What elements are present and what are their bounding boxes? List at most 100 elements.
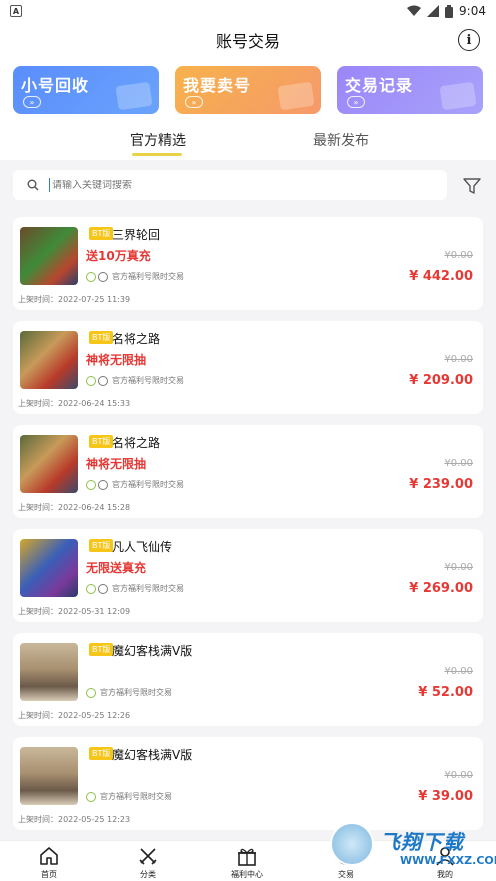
bt-badge: BT版 [89, 435, 114, 448]
wallet-icon [115, 81, 153, 111]
account-list: BT版 三界轮回 送10万真充 官方福利号限时交易 ¥0.00 ¥ 442.00… [13, 217, 483, 841]
status-bar: A 9:04 [0, 0, 496, 22]
game-thumbnail [20, 331, 78, 389]
listed-time: 上架时间：2022-05-25 12:26 [18, 711, 131, 720]
money-icon [277, 81, 315, 111]
listed-time: 上架时间：2022-06-24 15:33 [18, 399, 131, 408]
battery-icon [445, 4, 454, 18]
android-icon [86, 479, 96, 490]
listed-time: 上架时间：2022-05-25 12:23 [18, 815, 131, 824]
info-icon[interactable]: i [458, 29, 480, 51]
top-area: 小号回收 » 我要卖号 » 交易记录 » 官方精选 最新发布 [0, 58, 496, 160]
watermark-url: WWW.FXXZ.COM [400, 854, 496, 867]
android-icon [86, 583, 96, 594]
price: ¥ 209.00 [409, 373, 473, 388]
listed-time: 上架时间：2022-07-25 11:39 [18, 295, 131, 304]
recycle-account-button[interactable]: 小号回收 » [13, 66, 159, 114]
game-name: 名将之路 [112, 332, 161, 346]
arrow-right-icon: » [185, 96, 203, 108]
swords-icon [139, 848, 157, 865]
bt-badge: BT版 [89, 643, 114, 656]
item-tag: 官方福利号限时交易 [112, 584, 184, 593]
app-header: 账号交易 i [0, 22, 496, 58]
home-icon [40, 847, 58, 865]
item-tag: 官方福利号限时交易 [112, 376, 184, 385]
search-bar[interactable] [13, 170, 447, 200]
arrow-right-icon: » [347, 96, 365, 108]
app-notification-icon: A [10, 5, 22, 17]
trade-record-label: 交易记录 [345, 76, 414, 95]
price: ¥ 269.00 [409, 581, 473, 596]
sell-account-button[interactable]: 我要卖号 » [175, 66, 321, 114]
game-name: 凡人飞仙传 [112, 540, 173, 554]
apple-icon [98, 583, 108, 594]
search-input[interactable] [52, 179, 432, 191]
original-price: ¥0.00 [444, 458, 473, 469]
bt-badge: BT版 [89, 747, 114, 760]
status-time: 9:04 [459, 4, 486, 18]
game-name: 三界轮回 [112, 228, 161, 242]
list-item[interactable]: BT版 名将之路 神将无限抽 官方福利号限时交易 ¥0.00 ¥ 239.00 … [13, 425, 483, 518]
arrow-right-icon: » [23, 96, 41, 108]
platform-tags: 官方福利号限时交易 [86, 479, 184, 490]
nav-welfare-label: 福利中心 [231, 870, 263, 879]
platform-tags: 官方福利号限时交易 [86, 687, 172, 698]
active-tab-indicator [132, 153, 182, 156]
original-price: ¥0.00 [444, 354, 473, 365]
watermark-title: 飞翔下载 [380, 830, 464, 854]
text-caret [49, 178, 50, 192]
bt-badge: BT版 [89, 539, 114, 552]
list-item[interactable]: BT版 魔幻客栈满V版 官方福利号限时交易 ¥0.00 ¥ 52.00 上架时间… [13, 633, 483, 726]
list-item[interactable]: BT版 三界轮回 送10万真充 官方福利号限时交易 ¥0.00 ¥ 442.00… [13, 217, 483, 310]
nav-home[interactable]: 首页 [19, 845, 79, 880]
trade-record-button[interactable]: 交易记录 » [337, 66, 483, 114]
game-thumbnail [20, 539, 78, 597]
item-tag: 官方福利号限时交易 [100, 688, 172, 697]
android-icon [86, 375, 96, 386]
price: ¥ 239.00 [409, 477, 473, 492]
record-icon [439, 81, 477, 111]
android-icon [86, 687, 96, 698]
tab-latest-release[interactable]: 最新发布 [313, 130, 369, 150]
apple-icon [98, 271, 108, 282]
game-name: 名将之路 [112, 436, 161, 450]
signal-icon [427, 5, 440, 17]
item-tag: 官方福利号限时交易 [100, 792, 172, 801]
bt-badge: BT版 [89, 227, 114, 240]
page-title: 账号交易 [215, 32, 280, 51]
search-icon [27, 179, 39, 191]
game-name: 魔幻客栈满V版 [112, 644, 193, 658]
platform-tags: 官方福利号限时交易 [86, 583, 184, 594]
list-item[interactable]: BT版 凡人飞仙传 无限送真充 官方福利号限时交易 ¥0.00 ¥ 269.00… [13, 529, 483, 622]
nav-welfare[interactable]: 福利中心 [217, 845, 277, 880]
price: ¥ 39.00 [418, 789, 473, 804]
platform-tags: 官方福利号限时交易 [86, 791, 172, 802]
watermark-logo: 飞翔下载 WWW.FXXZ.COM [330, 822, 496, 874]
android-icon [86, 271, 96, 282]
listed-time: 上架时间：2022-06-24 15:28 [18, 503, 131, 512]
apple-icon [98, 375, 108, 386]
original-price: ¥0.00 [444, 770, 473, 781]
sell-account-label: 我要卖号 [183, 76, 252, 95]
list-item[interactable]: BT版 魔幻客栈满V版 官方福利号限时交易 ¥0.00 ¥ 39.00 上架时间… [13, 737, 483, 830]
original-price: ¥0.00 [444, 250, 473, 261]
nav-home-label: 首页 [41, 870, 57, 879]
list-item[interactable]: BT版 名将之路 神将无限抽 官方福利号限时交易 ¥0.00 ¥ 209.00 … [13, 321, 483, 414]
nav-category-label: 分类 [140, 870, 156, 879]
filter-icon[interactable] [462, 176, 482, 196]
price: ¥ 52.00 [418, 685, 473, 700]
item-tag: 官方福利号限时交易 [112, 480, 184, 489]
gift-icon [238, 848, 256, 866]
tab-official-picks[interactable]: 官方精选 [130, 130, 186, 150]
promo-text: 送10万真充 [86, 249, 151, 263]
platform-tags: 官方福利号限时交易 [86, 375, 184, 386]
android-icon [86, 791, 96, 802]
game-thumbnail [20, 435, 78, 493]
original-price: ¥0.00 [444, 562, 473, 573]
price: ¥ 442.00 [409, 269, 473, 284]
nav-category[interactable]: 分类 [118, 845, 178, 880]
recycle-account-label: 小号回收 [21, 76, 90, 95]
apple-icon [98, 479, 108, 490]
game-name: 魔幻客栈满V版 [112, 748, 193, 762]
wifi-icon [407, 5, 422, 16]
